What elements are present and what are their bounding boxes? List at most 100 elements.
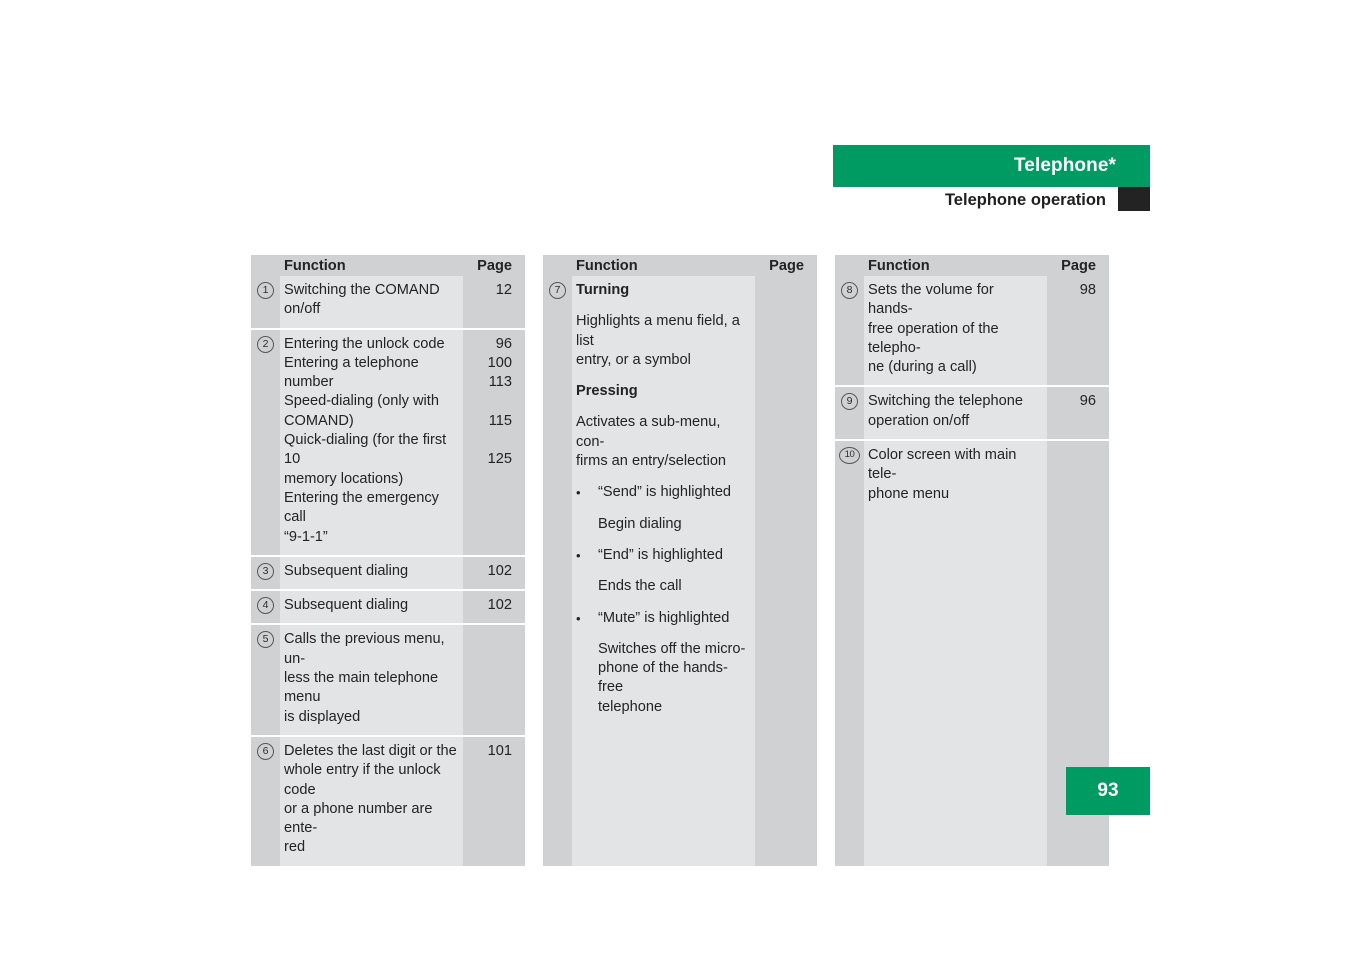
function-text-line: firms an entry/selection: [576, 453, 727, 470]
function-text-line: Quick-dialing (for the first 10: [284, 432, 447, 468]
function-cell: Deletes the last digit or the whole entry…: [280, 737, 463, 866]
bullet-sub-text: Ends the call: [576, 577, 749, 596]
row-index-cell: 10: [835, 441, 864, 866]
function-text-line: Speed-dialing (only with: [284, 393, 439, 410]
header-cell-function: Function: [284, 257, 346, 274]
circled-number-icon: 7: [549, 282, 566, 299]
page-reference-cell: 98: [1047, 276, 1109, 386]
circled-number-icon: 4: [257, 597, 274, 615]
table-row: 6 Deletes the last digit or the whole entr…: [251, 734, 525, 866]
function-text-line: phone of the hands-free: [598, 660, 728, 696]
function-text-line: is displayed: [284, 708, 361, 725]
function-text-line: whole entry if the unlock code: [284, 762, 441, 798]
function-text-line: Deletes the last digit or the: [284, 742, 457, 759]
function-text-line: Calls the previous menu, un-: [284, 631, 445, 667]
function-text-line: Color screen with main tele-: [868, 447, 1017, 483]
page-reference-cell: 102: [463, 556, 525, 590]
function-cell: Color screen with main tele-phone menu: [864, 441, 1047, 866]
header-subtitle-row: Telephone operation: [833, 187, 1150, 213]
row-index-cell: 8: [835, 276, 864, 386]
table-row: 5 Calls the previous menu, un-less the ma…: [251, 623, 525, 735]
function-cell: Calls the previous menu, un-less the mai…: [280, 625, 463, 734]
running-header: Telephone* Telephone operation: [833, 145, 1150, 213]
header-cell-page: Page: [1061, 257, 1096, 274]
function-text-line: “9-1-1”: [284, 528, 328, 545]
bullet-dot-icon: •: [576, 610, 581, 626]
table-header-row: Function Page: [251, 255, 525, 276]
table-body: 1 Switching the COMAND on/off 12 2 Entering t…: [251, 276, 525, 866]
circled-number-icon: 9: [841, 393, 858, 411]
function-cell: Switching the COMAND on/off: [280, 276, 463, 328]
table-body: 7 Turning Highlights a menu field, a list e…: [543, 276, 817, 866]
page-title: Telephone*: [1014, 155, 1116, 176]
function-text-line: free operation of the telepho-: [868, 320, 999, 356]
page-number-badge: 93: [1066, 767, 1150, 815]
circled-number-icon: 6: [257, 742, 274, 760]
bullet-sub-text: Switches off the micro-phone of the hand…: [576, 640, 749, 717]
bullet-text: “End” is highlighted: [598, 546, 723, 563]
table-row: 4 Subsequent dialing 102: [251, 589, 525, 624]
function-cell: Subsequent dialing: [280, 557, 463, 589]
circled-number-icon: 3: [257, 562, 274, 580]
page-reference-cell: 96 100 113 115 125: [463, 329, 525, 555]
function-text-line: COMAND): [284, 412, 354, 429]
function-subheading: Turning: [576, 282, 630, 298]
function-text-line: Highlights a menu field, a list: [576, 313, 740, 349]
bullet-dot-icon: •: [576, 485, 581, 501]
table-row: 9 Switching the telephone operation on/off…: [835, 385, 1109, 440]
page-reference-cell: [755, 276, 817, 866]
function-text-line: Activates a sub-menu, con-: [576, 414, 721, 450]
function-text-line: telephone: [598, 698, 663, 715]
page-reference-cell: 101: [463, 736, 525, 866]
function-text-line: Entering the unlock code: [284, 335, 445, 352]
page-reference-cell: 102: [463, 591, 525, 624]
function-text-line: Subsequent dialing: [284, 562, 409, 579]
header-green-bar: Telephone*: [833, 145, 1150, 187]
table-row: 8 Sets the volume for hands-free operatio…: [835, 276, 1109, 386]
row-index-cell: 2: [251, 329, 280, 555]
table-row: 7 Turning Highlights a menu field, a list e…: [543, 276, 817, 866]
function-cell: Switching the telephone operation on/off: [864, 387, 1047, 439]
table-row: 1 Switching the COMAND on/off 12: [251, 276, 525, 328]
bullet-item: • “Mute” is highlighted: [576, 609, 749, 628]
function-paragraph: Highlights a menu field, a list entry, or…: [576, 312, 749, 370]
legend-table-1: Function Page 1 Switching the COMAND on/of…: [251, 255, 525, 866]
function-cell: Subsequent dialing: [280, 591, 463, 623]
bullet-text: “Mute” is highlighted: [598, 609, 730, 626]
row-index-cell: 3: [251, 556, 280, 590]
function-paragraph: Activates a sub-menu, con-firms an entry…: [576, 413, 749, 471]
function-text-line: Sets the volume for hands-: [868, 282, 994, 318]
bullet-text: “Send” is highlighted: [598, 484, 732, 501]
legend-tables: Function Page 1 Switching the COMAND on/of…: [251, 255, 1121, 866]
bullet-item: • “Send” is highlighted: [576, 483, 749, 502]
page-reference-cell: 12: [463, 276, 525, 328]
table-header-row: Function Page: [543, 255, 817, 276]
bullet-dot-icon: •: [576, 547, 581, 563]
function-text-line: Switching the telephone: [868, 393, 1023, 410]
page-reference-cell: [463, 625, 525, 735]
header-cell-function: Function: [868, 257, 930, 274]
function-text-line: Entering the emergency call: [284, 489, 439, 526]
function-cell: Sets the volume for hands-free operation…: [864, 276, 1047, 385]
table-row: 2 Entering the unlock code Entering a tele…: [251, 327, 525, 555]
function-text-line: less the main telephone menu: [284, 670, 439, 706]
function-text-line: phone menu: [868, 485, 950, 502]
row-index-cell: 4: [251, 591, 280, 624]
row-index-cell: 5: [251, 625, 280, 735]
section-subtitle: Telephone operation: [944, 190, 1106, 209]
circled-number-icon: 10: [839, 447, 860, 465]
table-header-row: Function Page: [835, 255, 1109, 276]
bullet-item: • “End” is highlighted: [576, 546, 749, 565]
function-text-line: or a phone number are ente-: [284, 800, 433, 837]
circled-number-icon: 5: [257, 631, 274, 649]
function-text-line: red: [284, 839, 306, 856]
function-text-line: Ends the call: [598, 578, 682, 595]
function-text-line: ne (during a call): [868, 359, 977, 376]
header-cell-function: Function: [576, 257, 638, 274]
bullet-sub-text: Begin dialing: [576, 515, 749, 534]
function-cell: Turning Highlights a menu field, a list en…: [572, 276, 755, 866]
function-text-line: Switching the COMAND: [284, 282, 440, 298]
chapter-thumb-tab: [1118, 187, 1150, 211]
legend-table-2: Function Page 7 Turning Highlights a menu …: [543, 255, 817, 866]
row-index-cell: 9: [835, 387, 864, 440]
